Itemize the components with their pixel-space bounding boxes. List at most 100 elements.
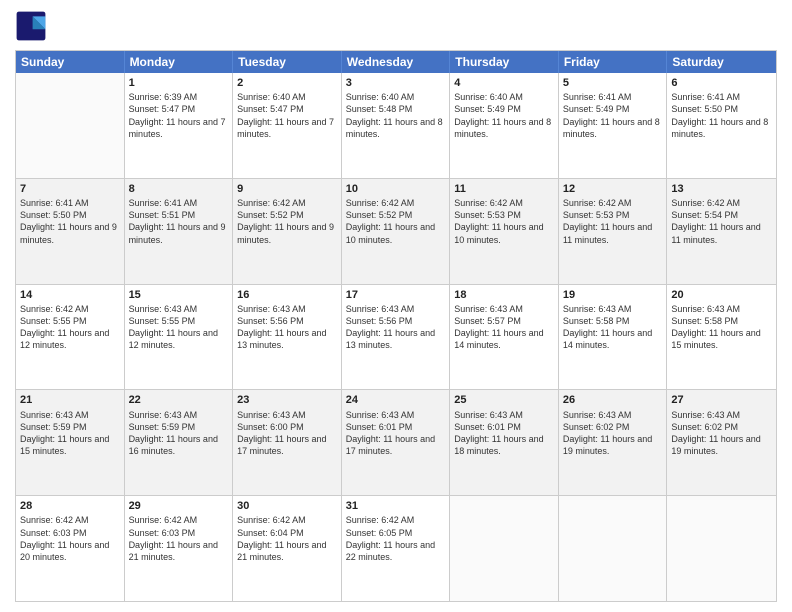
- calendar-cell: 20Sunrise: 6:43 AMSunset: 5:58 PMDayligh…: [667, 285, 776, 390]
- calendar-cell: 22Sunrise: 6:43 AMSunset: 5:59 PMDayligh…: [125, 390, 234, 495]
- sun-info: Sunrise: 6:43 AMSunset: 5:55 PMDaylight:…: [129, 303, 229, 352]
- day-number: 16: [237, 288, 337, 302]
- calendar-row: 1Sunrise: 6:39 AMSunset: 5:47 PMDaylight…: [16, 73, 776, 179]
- sun-info: Sunrise: 6:41 AMSunset: 5:50 PMDaylight:…: [671, 91, 772, 140]
- calendar-cell: 3Sunrise: 6:40 AMSunset: 5:48 PMDaylight…: [342, 73, 451, 178]
- header: [15, 10, 777, 42]
- sun-info: Sunrise: 6:43 AMSunset: 6:01 PMDaylight:…: [454, 409, 554, 458]
- day-number: 15: [129, 288, 229, 302]
- calendar-cell: 17Sunrise: 6:43 AMSunset: 5:56 PMDayligh…: [342, 285, 451, 390]
- day-number: 7: [20, 182, 120, 196]
- calendar: SundayMondayTuesdayWednesdayThursdayFrid…: [15, 50, 777, 602]
- day-number: 8: [129, 182, 229, 196]
- logo-icon: [15, 10, 47, 42]
- day-number: 1: [129, 76, 229, 90]
- day-number: 25: [454, 393, 554, 407]
- sun-info: Sunrise: 6:43 AMSunset: 5:58 PMDaylight:…: [671, 303, 772, 352]
- sun-info: Sunrise: 6:42 AMSunset: 5:53 PMDaylight:…: [563, 197, 663, 246]
- day-number: 3: [346, 76, 446, 90]
- sun-info: Sunrise: 6:42 AMSunset: 5:52 PMDaylight:…: [346, 197, 446, 246]
- sun-info: Sunrise: 6:42 AMSunset: 5:53 PMDaylight:…: [454, 197, 554, 246]
- sun-info: Sunrise: 6:40 AMSunset: 5:49 PMDaylight:…: [454, 91, 554, 140]
- calendar-header-cell: Monday: [125, 51, 234, 73]
- calendar-cell: 26Sunrise: 6:43 AMSunset: 6:02 PMDayligh…: [559, 390, 668, 495]
- day-number: 28: [20, 499, 120, 513]
- sun-info: Sunrise: 6:41 AMSunset: 5:50 PMDaylight:…: [20, 197, 120, 246]
- day-number: 5: [563, 76, 663, 90]
- day-number: 17: [346, 288, 446, 302]
- calendar-cell: 21 Sunrise: 6:43 AMSunset: 5:59 PMDayligh…: [16, 390, 125, 495]
- calendar-cell: 5Sunrise: 6:41 AMSunset: 5:49 PMDaylight…: [559, 73, 668, 178]
- sun-info: Sunrise: 6:40 AMSunset: 5:48 PMDaylight:…: [346, 91, 446, 140]
- calendar-cell: [16, 73, 125, 178]
- calendar-cell: 28Sunrise: 6:42 AMSunset: 6:03 PMDayligh…: [16, 496, 125, 601]
- calendar-body: 1Sunrise: 6:39 AMSunset: 5:47 PMDaylight…: [16, 73, 776, 601]
- calendar-cell: 9Sunrise: 6:42 AMSunset: 5:52 PMDaylight…: [233, 179, 342, 284]
- sun-info: Sunrise: 6:43 AMSunset: 5:58 PMDaylight:…: [563, 303, 663, 352]
- calendar-cell: 4Sunrise: 6:40 AMSunset: 5:49 PMDaylight…: [450, 73, 559, 178]
- calendar-cell: [450, 496, 559, 601]
- logo: [15, 10, 51, 42]
- day-number: 18: [454, 288, 554, 302]
- calendar-cell: 18Sunrise: 6:43 AMSunset: 5:57 PMDayligh…: [450, 285, 559, 390]
- calendar-cell: 23Sunrise: 6:43 AMSunset: 6:00 PMDayligh…: [233, 390, 342, 495]
- calendar-header-cell: Friday: [559, 51, 668, 73]
- sun-info: Sunrise: 6:43 AMSunset: 5:56 PMDaylight:…: [237, 303, 337, 352]
- sun-info: Sunrise: 6:41 AMSunset: 5:51 PMDaylight:…: [129, 197, 229, 246]
- calendar-header-row: SundayMondayTuesdayWednesdayThursdayFrid…: [16, 51, 776, 73]
- calendar-header-cell: Thursday: [450, 51, 559, 73]
- sun-info: Sunrise: 6:43 AMSunset: 5:57 PMDaylight:…: [454, 303, 554, 352]
- calendar-cell: 13Sunrise: 6:42 AMSunset: 5:54 PMDayligh…: [667, 179, 776, 284]
- day-number: 2: [237, 76, 337, 90]
- day-number: 20: [671, 288, 772, 302]
- calendar-cell: 31Sunrise: 6:42 AMSunset: 6:05 PMDayligh…: [342, 496, 451, 601]
- calendar-cell: 10Sunrise: 6:42 AMSunset: 5:52 PMDayligh…: [342, 179, 451, 284]
- sun-info: Sunrise: 6:43 AMSunset: 5:59 PMDaylight:…: [129, 409, 229, 458]
- sun-info: Sunrise: 6:43 AMSunset: 6:00 PMDaylight:…: [237, 409, 337, 458]
- sun-info: Sunrise: 6:42 AMSunset: 5:52 PMDaylight:…: [237, 197, 337, 246]
- day-number: 14: [20, 288, 120, 302]
- day-number: 24: [346, 393, 446, 407]
- sun-info: Sunrise: 6:42 AMSunset: 6:03 PMDaylight:…: [20, 514, 120, 563]
- calendar-header-cell: Saturday: [667, 51, 776, 73]
- sun-info: Sunrise: 6:42 AMSunset: 6:03 PMDaylight:…: [129, 514, 229, 563]
- calendar-cell: [667, 496, 776, 601]
- calendar-cell: 15Sunrise: 6:43 AMSunset: 5:55 PMDayligh…: [125, 285, 234, 390]
- sun-info: Sunrise: 6:42 AMSunset: 5:55 PMDaylight:…: [20, 303, 120, 352]
- calendar-cell: 14Sunrise: 6:42 AMSunset: 5:55 PMDayligh…: [16, 285, 125, 390]
- sun-info: Sunrise: 6:43 AMSunset: 6:02 PMDaylight:…: [671, 409, 772, 458]
- sun-info: Sunrise: 6:41 AMSunset: 5:49 PMDaylight:…: [563, 91, 663, 140]
- sun-info: Sunrise: 6:42 AMSunset: 6:04 PMDaylight:…: [237, 514, 337, 563]
- calendar-header-cell: Tuesday: [233, 51, 342, 73]
- calendar-cell: 27 Sunrise: 6:43 AMSunset: 6:02 PMDayligh…: [667, 390, 776, 495]
- calendar-cell: 12Sunrise: 6:42 AMSunset: 5:53 PMDayligh…: [559, 179, 668, 284]
- day-number: 12: [563, 182, 663, 196]
- sun-info: Sunrise: 6:43 AMSunset: 5:59 PMDaylight:…: [20, 409, 120, 458]
- day-number: 11: [454, 182, 554, 196]
- calendar-cell: 29Sunrise: 6:42 AMSunset: 6:03 PMDayligh…: [125, 496, 234, 601]
- calendar-cell: 11Sunrise: 6:42 AMSunset: 5:53 PMDayligh…: [450, 179, 559, 284]
- day-number: 21: [20, 393, 120, 407]
- day-number: 27: [671, 393, 772, 407]
- calendar-cell: [559, 496, 668, 601]
- calendar-cell: 2Sunrise: 6:40 AMSunset: 5:47 PMDaylight…: [233, 73, 342, 178]
- calendar-cell: 7Sunrise: 6:41 AMSunset: 5:50 PMDaylight…: [16, 179, 125, 284]
- sun-info: Sunrise: 6:43 AMSunset: 6:01 PMDaylight:…: [346, 409, 446, 458]
- sun-info: Sunrise: 6:43 AMSunset: 5:56 PMDaylight:…: [346, 303, 446, 352]
- calendar-cell: 1Sunrise: 6:39 AMSunset: 5:47 PMDaylight…: [125, 73, 234, 178]
- day-number: 26: [563, 393, 663, 407]
- calendar-cell: 8Sunrise: 6:41 AMSunset: 5:51 PMDaylight…: [125, 179, 234, 284]
- calendar-cell: 24 Sunrise: 6:43 AMSunset: 6:01 PMDayligh…: [342, 390, 451, 495]
- calendar-row: 7Sunrise: 6:41 AMSunset: 5:50 PMDaylight…: [16, 179, 776, 285]
- day-number: 19: [563, 288, 663, 302]
- calendar-header-cell: Wednesday: [342, 51, 451, 73]
- day-number: 29: [129, 499, 229, 513]
- sun-info: Sunrise: 6:39 AMSunset: 5:47 PMDaylight:…: [129, 91, 229, 140]
- calendar-cell: 6Sunrise: 6:41 AMSunset: 5:50 PMDaylight…: [667, 73, 776, 178]
- calendar-row: 28Sunrise: 6:42 AMSunset: 6:03 PMDayligh…: [16, 496, 776, 601]
- calendar-row: 14Sunrise: 6:42 AMSunset: 5:55 PMDayligh…: [16, 285, 776, 391]
- calendar-row: 21 Sunrise: 6:43 AMSunset: 5:59 PMDayligh…: [16, 390, 776, 496]
- calendar-cell: 25 Sunrise: 6:43 AMSunset: 6:01 PMDayligh…: [450, 390, 559, 495]
- day-number: 30: [237, 499, 337, 513]
- calendar-cell: 16Sunrise: 6:43 AMSunset: 5:56 PMDayligh…: [233, 285, 342, 390]
